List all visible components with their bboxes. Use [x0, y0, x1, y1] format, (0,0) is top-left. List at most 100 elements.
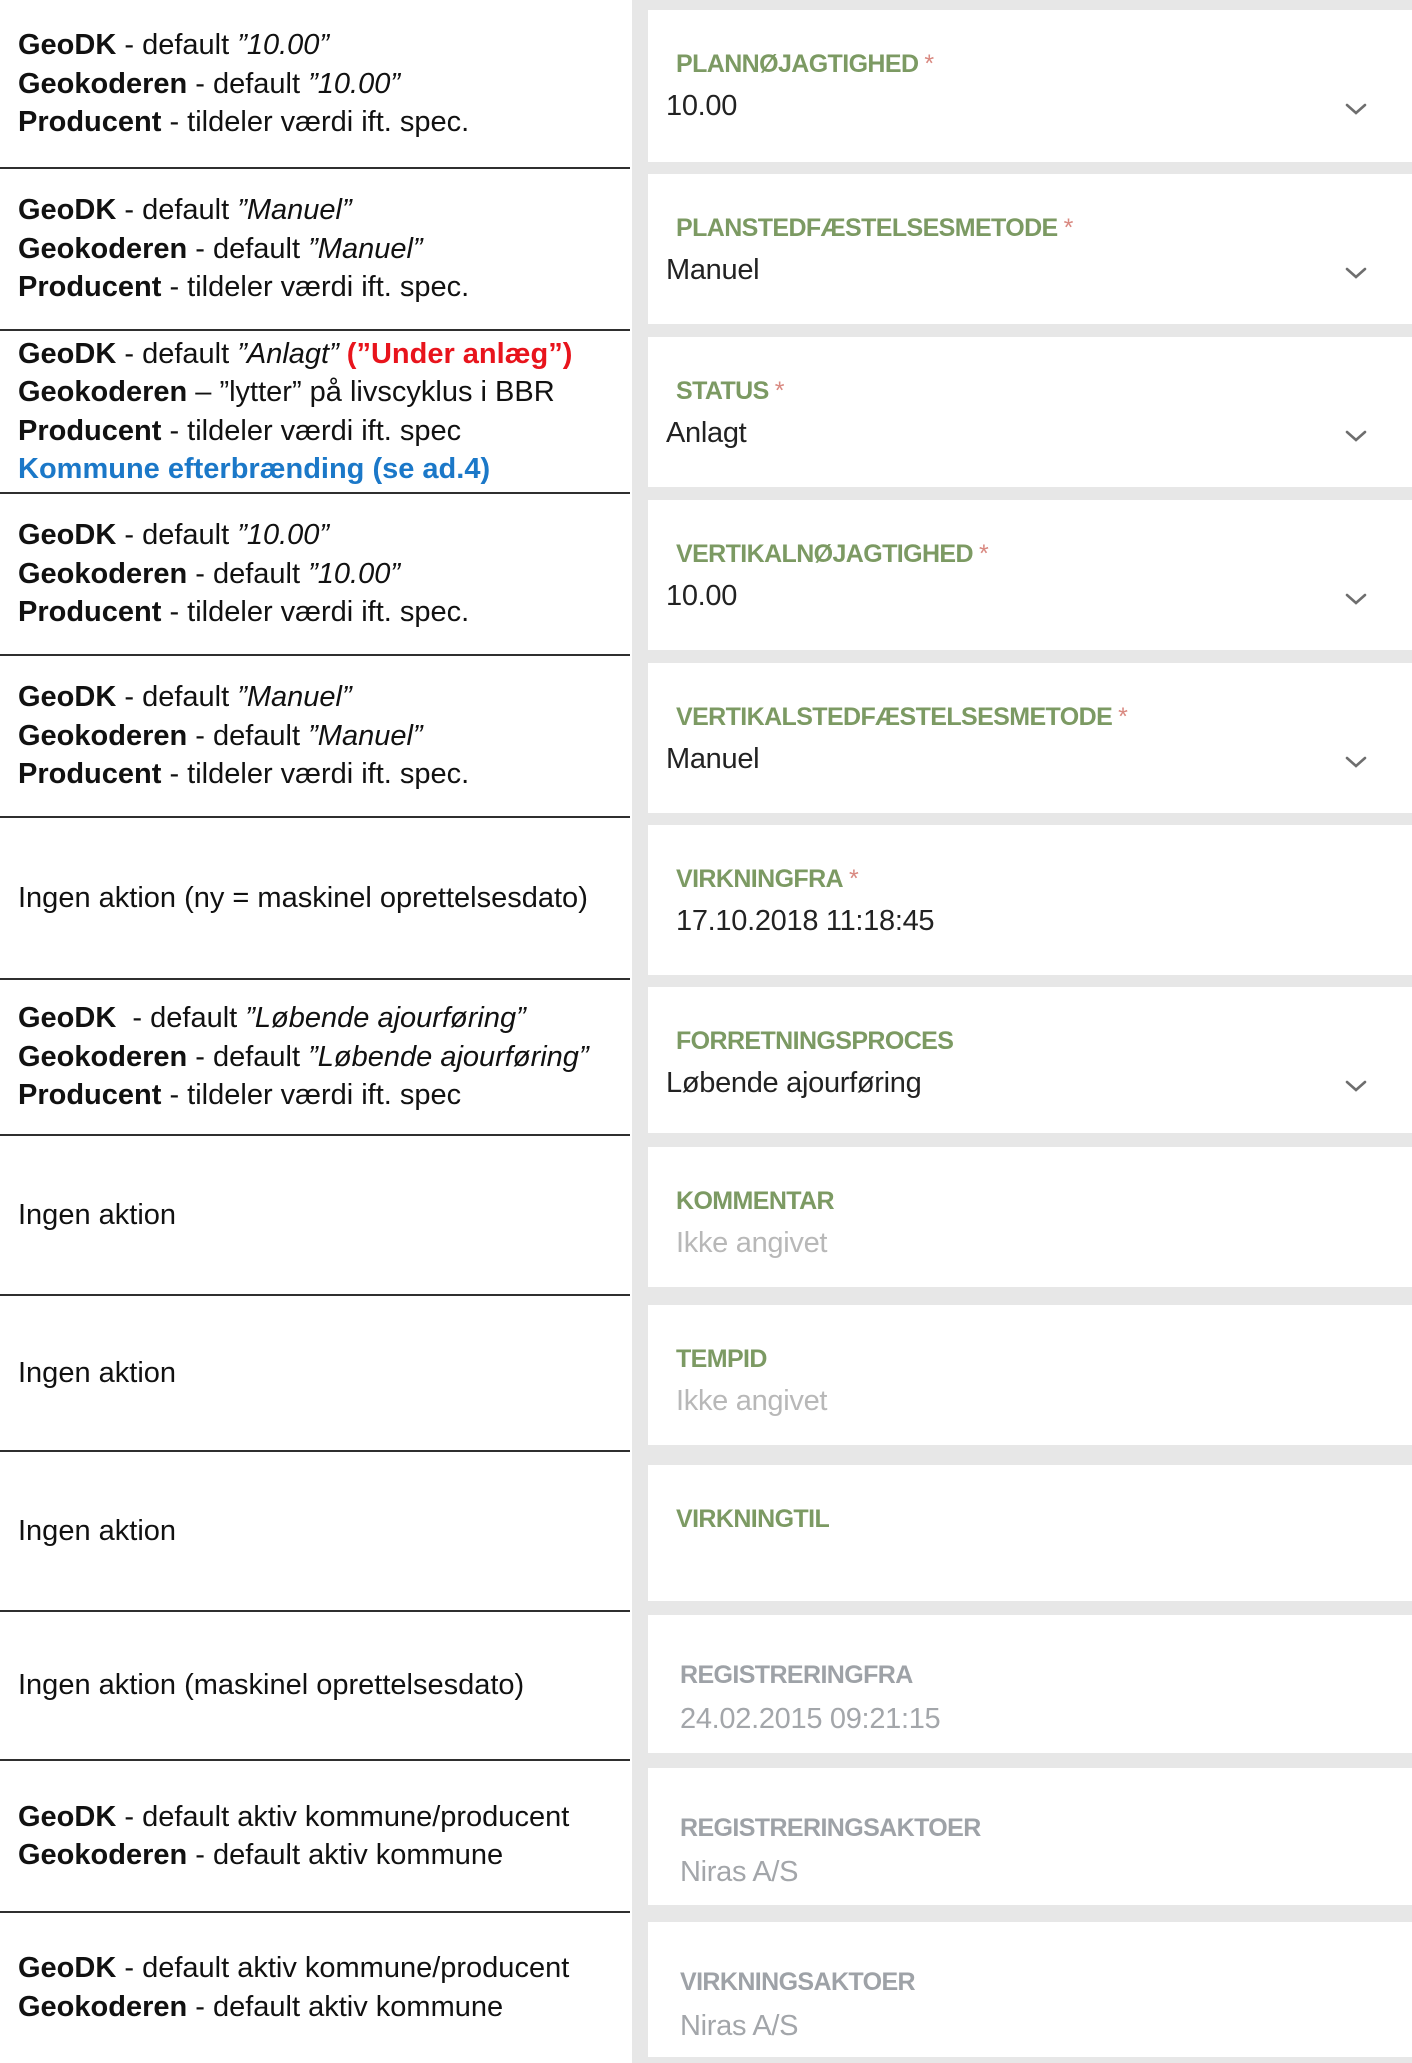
note-subject: Geokoderen [18, 1839, 188, 1871]
field-card-virkningsaktoer: VIRKNINGSAKTOER Niras A/S [648, 1922, 1412, 2057]
note-line: Ingen aktion (ny = maskinel oprettelsesd… [18, 879, 628, 918]
note-line: Producent - tildeler værdi ift. spec. [18, 755, 628, 794]
field-value: 10.00 [666, 580, 738, 612]
note-text: - default [116, 1002, 246, 1035]
note-line: GeoDK - default ”10.00” [18, 516, 628, 555]
field-label: REGISTRERINGFRA [680, 1661, 913, 1690]
chevron-down-icon[interactable] [1344, 592, 1368, 606]
note-line: GeoDK - default ”10.00” [18, 26, 628, 65]
chevron-down-icon[interactable] [1344, 266, 1368, 280]
note-subject: GeoDK [18, 194, 117, 227]
field-card-virkningtil[interactable]: VIRKNINGTIL [648, 1465, 1412, 1601]
note-text: - tildeler værdi ift. spec. [161, 596, 470, 629]
field-label: VIRKNINGFRA * [676, 865, 859, 894]
note-subject: Geokoderen [18, 1040, 188, 1073]
note-default-value: ”Anlagt” [237, 337, 339, 370]
note-subject: Geokoderen [18, 719, 188, 752]
field-label-text: VIRKNINGTIL [676, 1505, 830, 1533]
required-asterisk: * [978, 540, 989, 568]
note-text: Ingen aktion (maskinel oprettelsesdato) [18, 1669, 525, 1702]
field-label-text: REGISTRERINGSAKTOER [680, 1814, 981, 1842]
field-card-vertikalstedfæstelsesmetode[interactable]: VERTIKALSTEDFÆSTELSESMETODE * Manuel [648, 663, 1412, 813]
note-text: Ingen aktion [18, 1514, 177, 1547]
field-value: Løbende ajourføring [666, 1067, 922, 1099]
field-label-text: FORRETNINGSPROCES [676, 1027, 954, 1055]
note-subject: Producent [18, 106, 162, 139]
required-asterisk: * [849, 865, 859, 893]
note-text: - default aktiv kommune/producent [116, 1800, 570, 1833]
note-line: Producent - tildeler værdi ift. spec. [18, 593, 628, 632]
note-text: - default [187, 232, 309, 265]
field-card-planstedfæstelsesmetode[interactable]: PLANSTEDFÆSTELSESMETODE * Manuel [648, 174, 1412, 324]
note-line: Geokoderen - default ”Manuel” [18, 230, 628, 269]
field-placeholder: Ikke angivet [676, 1227, 828, 1259]
row-notes: GeoDK - default ”Manuel” Geokoderen - def… [18, 168, 628, 330]
note-subject: Geokoderen [18, 557, 188, 590]
note-line: Kommune efterbrænding (se ad.4) [18, 450, 628, 489]
row-notes: Ingen aktion (maskinel oprettelsesdato) [18, 1611, 628, 1760]
row-notes: Ingen aktion (ny = maskinel oprettelsesd… [18, 817, 628, 979]
row-notes: GeoDK - default ”10.00” Geokoderen - defa… [18, 0, 628, 168]
note-text: – ”lytter” på livscyklus i BBR [187, 376, 555, 408]
note-line: Geokoderen – ”lytter” på livscyklus i BB… [18, 373, 628, 412]
note-subject: Producent [18, 1079, 162, 1112]
field-label-text: VERTIKALSTEDFÆSTELSESMETODE [676, 703, 1113, 731]
note-subject: GeoDK [18, 519, 117, 552]
field-value: Manuel [666, 254, 760, 286]
note-text: Ingen aktion (ny = maskinel oprettelsesd… [18, 881, 588, 914]
note-default-value: ”Løbende ajourføring” [245, 1002, 526, 1035]
note-line: Geokoderen - default ”10.00” [18, 555, 628, 594]
field-card-registreringfra: REGISTRERINGFRA 24.02.2015 09:21:15 [648, 1615, 1412, 1753]
note-default-value: ”10.00” [237, 29, 330, 62]
row-notes: GeoDK - default ”Anlagt” (”Under anlæg”)… [18, 330, 628, 493]
note-line: Geokoderen - default ”10.00” [18, 65, 628, 104]
field-card-vertikalnøjagtighed[interactable]: VERTIKALNØJAGTIGHED * 10.00 [648, 500, 1412, 650]
note-line: GeoDK - default aktiv kommune/producent [18, 1798, 628, 1837]
note-default-value: ”Løbende ajourføring” [308, 1040, 589, 1073]
field-card-forretningsproces[interactable]: FORRETNINGSPROCES Løbende ajourføring [648, 987, 1412, 1133]
chevron-down-icon[interactable] [1344, 102, 1368, 116]
note-subject: Geokoderen [18, 67, 188, 100]
note-line: GeoDK - default ”Løbende ajourføring” [18, 999, 628, 1038]
chevron-down-icon[interactable] [1344, 429, 1368, 443]
note-highlight-red: (”Under anlæg”) [338, 337, 573, 370]
note-line: GeoDK - default aktiv kommune/producent [18, 1949, 628, 1988]
field-card-virkningfra[interactable]: VIRKNINGFRA * 17.10.2018 11:18:45 [648, 825, 1412, 975]
note-line: Geokoderen - default ”Manuel” [18, 717, 628, 756]
chevron-down-icon[interactable] [1344, 1079, 1368, 1093]
field-label-text: VIRKNINGSAKTOER [680, 1968, 916, 1996]
field-card-registreringsaktoer: REGISTRERINGSAKTOER Niras A/S [648, 1768, 1412, 1905]
field-value: Manuel [666, 743, 760, 775]
note-subject: Geokoderen [18, 232, 188, 265]
field-card-status[interactable]: STATUS * Anlagt [648, 337, 1412, 487]
field-value: 24.02.2015 09:21:15 [680, 1703, 941, 1735]
field-label: VIRKNINGTIL [676, 1505, 830, 1534]
field-card-kommentar[interactable]: KOMMENTAR Ikke angivet [648, 1147, 1412, 1287]
note-subject: GeoDK [18, 337, 117, 370]
note-line: Ingen aktion [18, 1354, 628, 1393]
field-value: 17.10.2018 11:18:45 [676, 905, 935, 937]
field-label: STATUS * [676, 377, 784, 406]
note-line: Geokoderen - default ”Løbende ajourførin… [18, 1038, 628, 1077]
field-label: PLANNØJAGTIGHED * [676, 50, 934, 79]
field-card-tempid[interactable]: TEMPID Ikke angivet [648, 1305, 1412, 1445]
note-text: - tildeler værdi ift. spec. [161, 106, 470, 139]
note-subject: Producent [18, 596, 162, 629]
field-card-plannøjagtighed[interactable]: PLANNØJAGTIGHED * 10.00 [648, 10, 1412, 162]
chevron-down-icon[interactable] [1344, 755, 1368, 769]
note-line: Producent - tildeler værdi ift. spec. [18, 268, 628, 307]
note-subject: GeoDK [18, 681, 117, 714]
field-label: VERTIKALSTEDFÆSTELSESMETODE * [676, 703, 1128, 732]
note-text: Ingen aktion [18, 1198, 177, 1231]
note-line: Geokoderen - default aktiv kommune [18, 1988, 628, 2027]
note-text: - default [187, 557, 309, 590]
note-default-value: ”10.00” [308, 557, 401, 590]
field-label-text: PLANSTEDFÆSTELSESMETODE [676, 214, 1058, 242]
field-label: TEMPID [676, 1345, 767, 1374]
note-line: Producent - tildeler værdi ift. spec. [18, 103, 628, 142]
note-text: - default [116, 194, 238, 227]
field-label: PLANSTEDFÆSTELSESMETODE * [676, 214, 1073, 243]
field-label-text: VERTIKALNØJAGTIGHED [676, 540, 974, 568]
note-text: - default [187, 1040, 309, 1073]
note-line: Producent - tildeler værdi ift. spec [18, 412, 628, 451]
